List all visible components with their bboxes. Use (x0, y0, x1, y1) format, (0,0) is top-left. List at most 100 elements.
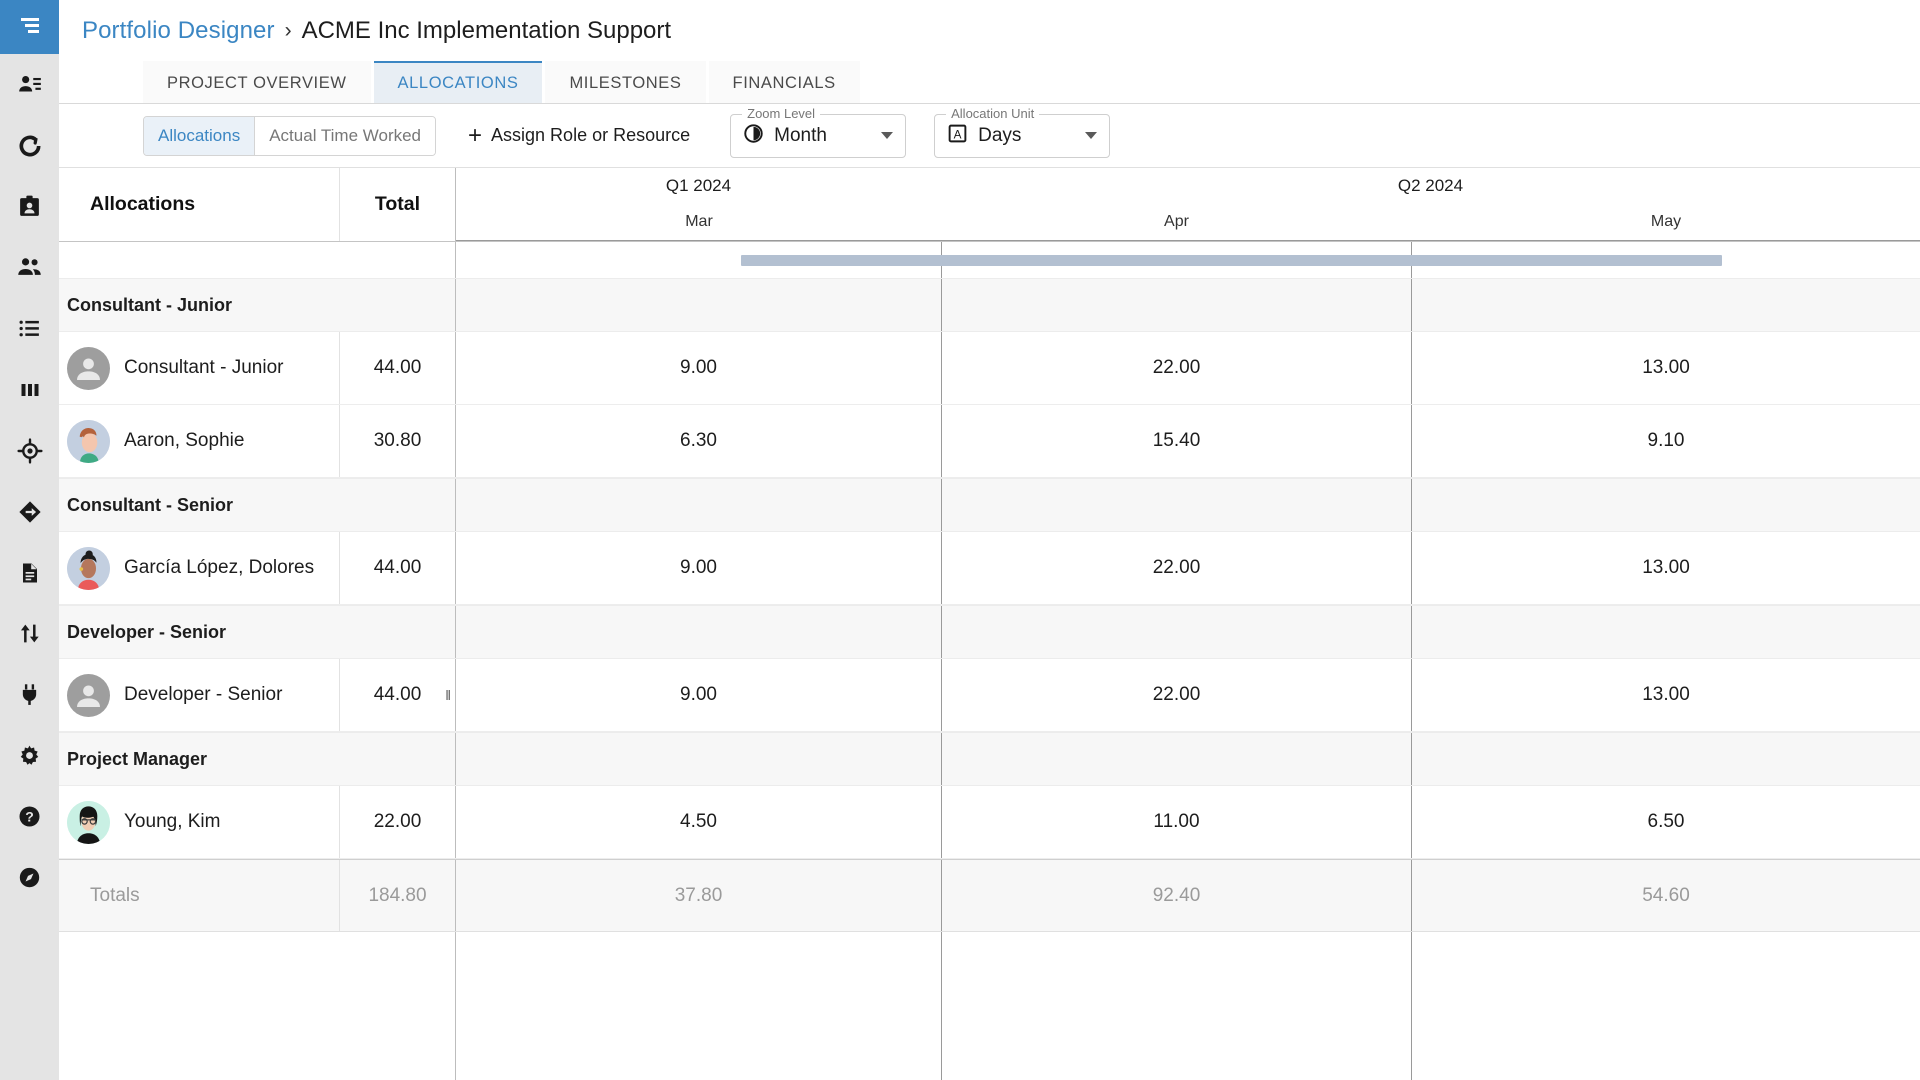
segment-allocations[interactable]: Allocations (144, 116, 255, 155)
allocation-unit-select[interactable]: Allocation Unit A Days (934, 105, 1111, 158)
cell-may[interactable]: 13.00 (1411, 332, 1920, 404)
placeholder-person-avatar (67, 673, 110, 717)
assign-button-label: Assign Role or Resource (491, 125, 691, 145)
group-row-consultant-junior[interactable]: Consultant - Junior (59, 278, 1920, 332)
sidebar-item-columns-chart[interactable] (0, 359, 59, 420)
row-name-label: Developer - Senior (124, 684, 283, 705)
table-row[interactable]: Young, Kim 22.00 4.50 11.00 6.50 (59, 786, 1920, 859)
help-circle-icon: ? (17, 804, 42, 829)
sidebar-item-compass[interactable] (0, 847, 59, 908)
table-row[interactable]: Developer - Senior 44.00 ‖ 9.00 22.00 13… (59, 659, 1920, 732)
cell-apr[interactable]: 22.00 (941, 659, 1411, 731)
row-name-cell: Young, Kim (59, 786, 340, 858)
columns-chart-icon (18, 378, 42, 402)
left-sidebar: ? (0, 0, 59, 1080)
breadcrumb: Portfolio Designer › ACME Inc Implementa… (59, 0, 1920, 62)
table-row[interactable]: Consultant - Junior 44.00 9.00 22.00 13.… (59, 332, 1920, 405)
row-name-label: Aaron, Sophie (124, 430, 245, 451)
person-details-icon (17, 72, 43, 98)
cell-may[interactable]: 13.00 (1411, 659, 1920, 731)
cell-mar[interactable]: 4.50 (456, 786, 941, 858)
people-group-icon (16, 254, 43, 281)
page-title: ACME Inc Implementation Support (301, 17, 672, 44)
project-duration-bar[interactable] (741, 255, 1722, 266)
sidebar-item-help[interactable]: ? (0, 786, 59, 847)
cell-mar[interactable]: 9.00 (456, 332, 941, 404)
grid-empty-area (59, 932, 1920, 1080)
hamburger-menu-button[interactable] (0, 0, 59, 54)
sidebar-item-people[interactable] (0, 237, 59, 298)
cell-apr[interactable]: 15.40 (941, 405, 1411, 477)
cell-apr[interactable]: 11.00 (941, 786, 1411, 858)
table-row[interactable]: Aaron, Sophie 30.80 6.30 15.40 9.10 (59, 405, 1920, 478)
segment-actual-time-worked[interactable]: Actual Time Worked (254, 116, 436, 155)
zoom-level-select[interactable]: Zoom Level Month (730, 105, 907, 158)
cell-mar[interactable]: 9.00 (456, 659, 941, 731)
cell-apr[interactable]: 22.00 (941, 532, 1411, 604)
cell-mar[interactable]: 9.00 (456, 532, 941, 604)
sidebar-item-settings[interactable] (0, 725, 59, 786)
sidebar-item-person-details[interactable] (0, 54, 59, 115)
group-label: Consultant - Senior (59, 479, 456, 531)
sidebar-item-refresh[interactable] (0, 115, 59, 176)
group-row-project-manager[interactable]: Project Manager (59, 732, 1920, 786)
allocations-grid: Allocations Total Q1 2024 Q2 2024 Mar Ap… (59, 168, 1920, 1080)
assign-role-or-resource-button[interactable]: + Assign Role or Resource (456, 116, 702, 156)
row-total-cell: 44.00 (340, 332, 456, 404)
cell-may[interactable]: 13.00 (1411, 532, 1920, 604)
refresh-circle-icon (17, 133, 43, 159)
group-row-consultant-senior[interactable]: Consultant - Senior (59, 478, 1920, 532)
chevron-down-icon (881, 132, 894, 139)
row-name-cell: García López, Dolores (59, 532, 340, 604)
row-timeline-cells: 9.00 22.00 13.00 (456, 332, 1920, 404)
totals-cell-mar: 37.80 (674, 884, 723, 906)
totals-cell-apr: 92.40 (941, 860, 1411, 931)
chevron-down-icon (1085, 132, 1098, 139)
gear-icon (17, 743, 42, 768)
main-content: Portfolio Designer › ACME Inc Implementa… (59, 0, 1920, 1080)
sidebar-item-transfer[interactable] (0, 603, 59, 664)
plug-icon (17, 682, 42, 707)
quarter-row: Q1 2024 Q2 2024 (456, 168, 1920, 204)
row-name-cell: Developer - Senior (59, 659, 340, 731)
row-total-value: 44.00 (373, 684, 422, 705)
row-total-cell: 30.80 (340, 405, 456, 477)
sidebar-item-target[interactable] (0, 420, 59, 481)
month-row: Mar Apr May (456, 204, 1920, 241)
row-name-cell: Consultant - Junior (59, 332, 340, 404)
cell-mar[interactable]: 6.30 (456, 405, 941, 477)
totals-timeline-cells: 37.80 92.40 54.60 (456, 860, 1920, 931)
zoom-level-value: Month (774, 124, 827, 146)
cell-may[interactable]: 6.50 (1411, 786, 1920, 858)
table-row[interactable]: García López, Dolores 44.00 9.00 22.00 1… (59, 532, 1920, 605)
tab-allocations[interactable]: ALLOCATIONS (373, 61, 543, 103)
row-name-cell: Aaron, Sophie (59, 405, 340, 477)
span-bar-area (456, 242, 1920, 278)
project-span-row (59, 242, 1920, 278)
cell-may[interactable]: 9.10 (1411, 405, 1920, 477)
sidebar-item-id-badge[interactable] (0, 176, 59, 237)
tab-project-overview[interactable]: PROJECT OVERVIEW (143, 61, 371, 103)
totals-grand-total: 184.80 (340, 860, 456, 931)
group-label: Developer - Senior (59, 606, 456, 658)
grid-header: Allocations Total Q1 2024 Q2 2024 Mar Ap… (59, 168, 1920, 242)
toolbar: Allocations Actual Time Worked + Assign … (59, 104, 1920, 168)
group-row-developer-senior[interactable]: Developer - Senior (59, 605, 1920, 659)
row-timeline-cells: 9.00 22.00 13.00 (456, 532, 1920, 604)
document-icon (18, 561, 42, 585)
column-resize-handle[interactable]: ‖ (445, 687, 451, 703)
sidebar-item-list[interactable] (0, 298, 59, 359)
sidebar-item-document[interactable] (0, 542, 59, 603)
row-name-label: García López, Dolores (124, 557, 315, 578)
cell-apr[interactable]: 22.00 (941, 332, 1411, 404)
tab-financials[interactable]: FINANCIALS (708, 61, 860, 103)
sidebar-item-plug[interactable] (0, 664, 59, 725)
span-row-left-gutter (59, 242, 456, 278)
tab-milestones[interactable]: MILESTONES (545, 61, 706, 103)
breadcrumb-root-link[interactable]: Portfolio Designer (82, 17, 275, 45)
plus-icon: + (468, 121, 483, 149)
sidebar-item-diamond-arrow[interactable] (0, 481, 59, 542)
diamond-arrow-icon (17, 499, 43, 525)
list-icon (17, 316, 42, 341)
target-crosshair-icon (16, 437, 43, 464)
